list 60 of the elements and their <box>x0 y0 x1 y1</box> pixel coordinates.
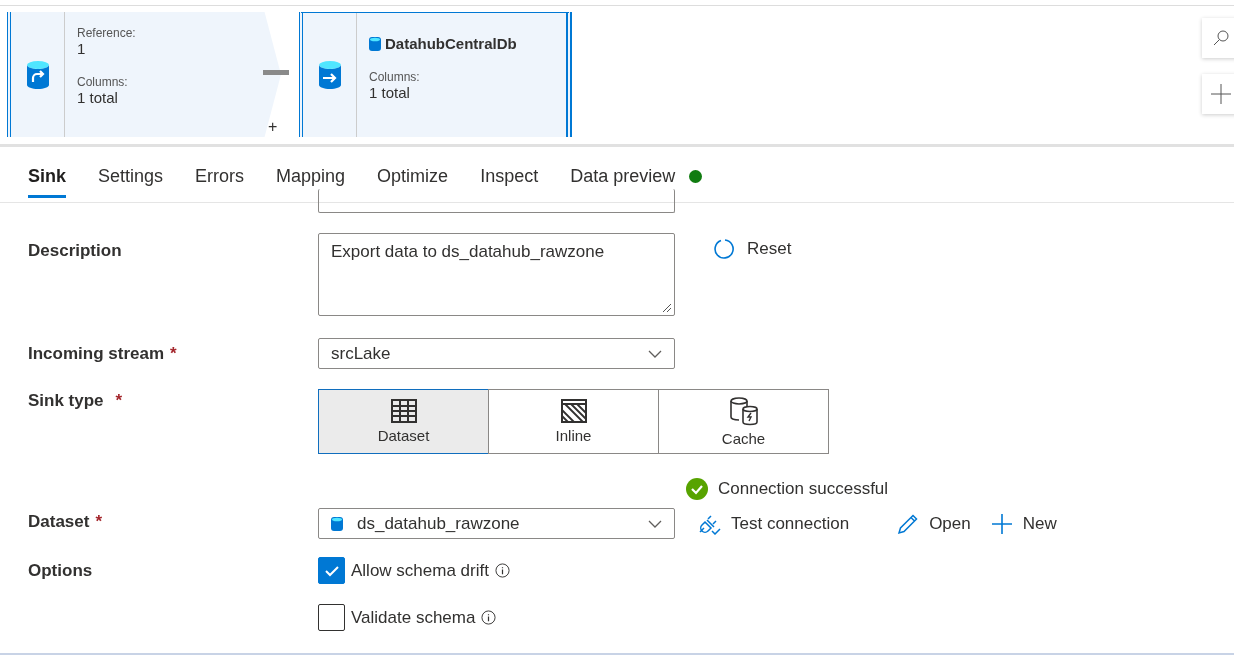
flow-node[interactable]: DatahubCentralDb Columns: 1 total <box>299 12 572 137</box>
sql-database-icon <box>331 516 343 531</box>
hatched-table-icon <box>560 399 587 423</box>
tab[interactable]: Sink <box>28 157 66 198</box>
success-check-icon <box>686 478 708 500</box>
field-label: Columns: <box>77 75 129 89</box>
field-value: 1 total <box>369 84 411 101</box>
checkbox[interactable] <box>318 557 345 584</box>
field-value: 1 total <box>77 89 119 106</box>
reset-icon <box>713 237 737 261</box>
chevron-down-icon <box>648 349 662 358</box>
check-icon <box>324 564 339 577</box>
select-value: ds_datahub_rawzone <box>357 513 520 534</box>
checkbox-label: Allow schema drift <box>351 560 489 581</box>
field-label: Incoming stream * <box>28 344 178 365</box>
info-icon[interactable] <box>494 563 510 578</box>
checkbox[interactable] <box>318 604 345 631</box>
database-icon <box>25 59 50 90</box>
node-title: DatahubCentralDb <box>385 35 517 52</box>
zoom-in-button[interactable] <box>1202 74 1234 114</box>
info-icon[interactable] <box>481 610 497 625</box>
dataset-action-button[interactable]: Open <box>897 512 971 535</box>
tab[interactable]: Settings <box>98 157 164 198</box>
chevron-down-icon <box>648 519 662 528</box>
connection-status: Connection successful <box>686 478 889 500</box>
sql-database-icon <box>369 36 381 51</box>
add-node-button[interactable]: + <box>268 118 278 136</box>
dataset-action-button[interactable]: New <box>990 512 1057 535</box>
plug-icon <box>697 512 721 535</box>
tab[interactable]: Mapping <box>276 157 346 198</box>
database-icon <box>317 60 342 90</box>
incoming-stream-select[interactable]: srcLake <box>318 338 675 369</box>
plus-icon <box>990 512 1013 535</box>
tab[interactable]: Inspect <box>480 157 539 198</box>
tab[interactable]: Optimize <box>377 157 449 198</box>
sink-type-option[interactable]: Inline <box>488 389 659 454</box>
field-label: Sink type * <box>28 391 124 412</box>
sink-type-option[interactable]: Dataset <box>318 389 489 454</box>
tab[interactable]: Data preview <box>570 157 703 198</box>
dataset-select[interactable]: ds_datahub_rawzone <box>318 508 675 539</box>
field-label: Options <box>28 561 94 582</box>
tab[interactable]: Errors <box>195 157 245 198</box>
field-label: Description <box>28 241 123 262</box>
table-icon <box>390 399 417 423</box>
field-label: Dataset * <box>28 512 104 533</box>
dataset-action-button[interactable]: Test connection <box>697 512 850 535</box>
description-field[interactable]: Export data to ds_datahub_rawzone <box>318 233 675 316</box>
reset-button[interactable]: Reset <box>713 237 792 261</box>
search-icon <box>1212 29 1230 47</box>
field-value: 1 <box>77 40 87 57</box>
sink-type-option[interactable]: Cache <box>658 389 829 454</box>
checkbox-label: Validate schema <box>351 607 476 628</box>
search-button[interactable] <box>1202 18 1234 58</box>
field-label: Reference: <box>77 26 136 40</box>
resize-grip-icon <box>662 303 672 313</box>
pencil-icon <box>897 512 920 535</box>
cache-icon <box>728 396 759 426</box>
plus-icon <box>1211 84 1231 104</box>
field-label: Columns: <box>369 70 421 84</box>
text-field[interactable] <box>318 189 675 213</box>
